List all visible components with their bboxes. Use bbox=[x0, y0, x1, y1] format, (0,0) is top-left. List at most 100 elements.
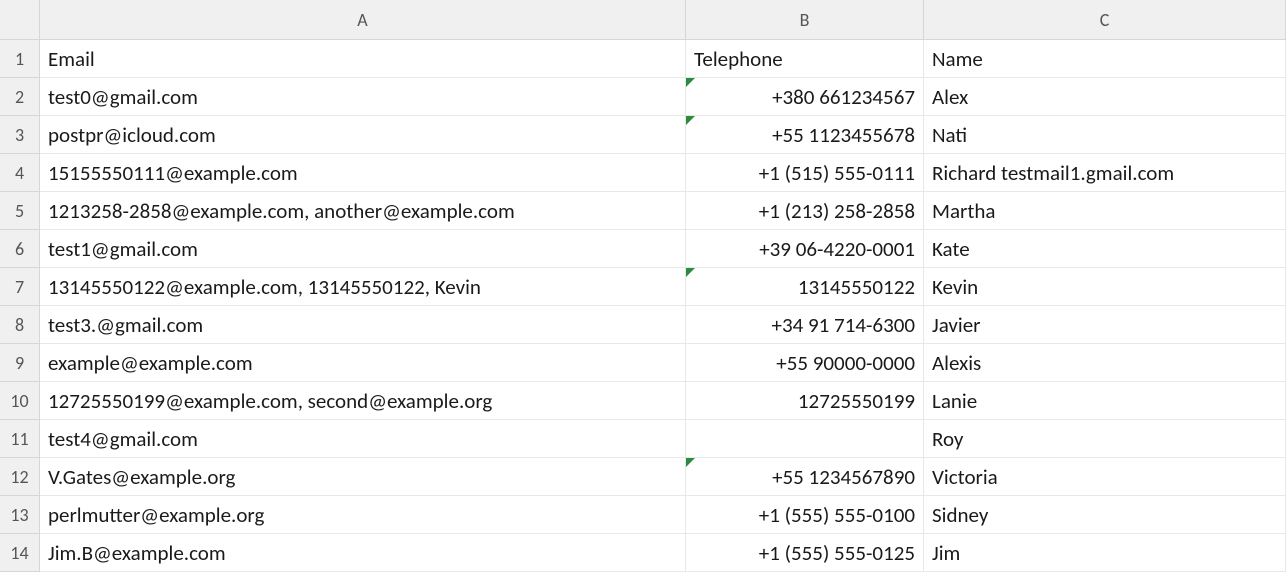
row-header[interactable]: 14 bbox=[0, 534, 40, 572]
spreadsheet-grid[interactable]: ABC 1 Email Telephone Name 2 test0@gmail.com +3… bbox=[0, 0, 1286, 572]
cell-text: 13145550122@example.com, 13145550122, Ke… bbox=[48, 274, 481, 300]
cell-text: Kate bbox=[932, 236, 970, 262]
cell-text: Martha bbox=[932, 198, 995, 224]
cell-text: +1 (555) 555-0125 bbox=[759, 540, 915, 566]
cell-a8[interactable]: test3.@gmail.com bbox=[40, 306, 686, 344]
cell-b1[interactable]: Telephone bbox=[686, 40, 924, 78]
cell-b7[interactable]: 13145550122 bbox=[686, 268, 924, 306]
cell-b8[interactable]: +34 91 714-6300 bbox=[686, 306, 924, 344]
cell-text: +1 (555) 555-0100 bbox=[759, 502, 915, 528]
cell-text: postpr@icloud.com bbox=[48, 122, 216, 148]
error-indicator-icon[interactable] bbox=[686, 458, 695, 467]
cell-text: test4@gmail.com bbox=[48, 426, 198, 452]
cell-b12[interactable]: +55 1234567890 bbox=[686, 458, 924, 496]
error-indicator-icon[interactable] bbox=[686, 268, 695, 277]
cell-a13[interactable]: perlmutter@example.org bbox=[40, 496, 686, 534]
row-header[interactable]: 12 bbox=[0, 458, 40, 496]
cell-text: 12725550199 bbox=[798, 388, 915, 414]
cell-a10[interactable]: 12725550199@example.com, second@example.… bbox=[40, 382, 686, 420]
cell-b4[interactable]: +1 (515) 555-0111 bbox=[686, 154, 924, 192]
cell-text: test1@gmail.com bbox=[48, 236, 198, 262]
cell-a11[interactable]: test4@gmail.com bbox=[40, 420, 686, 458]
row-header[interactable]: 6 bbox=[0, 230, 40, 268]
cell-b14[interactable]: +1 (555) 555-0125 bbox=[686, 534, 924, 572]
select-all-corner[interactable] bbox=[0, 0, 40, 40]
column-header-c[interactable]: C bbox=[924, 0, 1286, 40]
cell-a5[interactable]: 1213258-2858@example.com, another@exampl… bbox=[40, 192, 686, 230]
row-header[interactable]: 5 bbox=[0, 192, 40, 230]
cell-text: +55 90000-0000 bbox=[776, 350, 915, 376]
cell-c3[interactable]: Nati bbox=[924, 116, 1286, 154]
cell-text: Telephone bbox=[694, 46, 783, 72]
column-header-a[interactable]: A bbox=[40, 0, 686, 40]
error-indicator-icon[interactable] bbox=[686, 78, 695, 87]
cell-c6[interactable]: Kate bbox=[924, 230, 1286, 268]
cell-text: Alex bbox=[932, 84, 968, 110]
cell-a4[interactable]: 15155550111@example.com bbox=[40, 154, 686, 192]
cell-text: example@example.com bbox=[48, 350, 253, 376]
row-header[interactable]: 9 bbox=[0, 344, 40, 382]
cell-text: +39 06-4220-0001 bbox=[759, 236, 915, 262]
cell-a2[interactable]: test0@gmail.com bbox=[40, 78, 686, 116]
cell-b11[interactable] bbox=[686, 420, 924, 458]
cell-text: Jim bbox=[932, 540, 960, 566]
cell-text: 1213258-2858@example.com, another@exampl… bbox=[48, 198, 515, 224]
cell-text: V.Gates@example.org bbox=[48, 464, 235, 490]
cell-b13[interactable]: +1 (555) 555-0100 bbox=[686, 496, 924, 534]
cell-a9[interactable]: example@example.com bbox=[40, 344, 686, 382]
cell-text: Jim.B@example.com bbox=[48, 540, 226, 566]
cell-text: +1 (515) 555-0111 bbox=[759, 160, 915, 186]
column-header-b[interactable]: B bbox=[686, 0, 924, 40]
cell-b3[interactable]: +55 1123455678 bbox=[686, 116, 924, 154]
row-header[interactable]: 4 bbox=[0, 154, 40, 192]
cell-c1[interactable]: Name bbox=[924, 40, 1286, 78]
cell-c12[interactable]: Victoria bbox=[924, 458, 1286, 496]
cell-text: test3.@gmail.com bbox=[48, 312, 203, 338]
row-header[interactable]: 10 bbox=[0, 382, 40, 420]
row-header[interactable]: 11 bbox=[0, 420, 40, 458]
error-indicator-icon[interactable] bbox=[686, 116, 695, 125]
cell-b6[interactable]: +39 06-4220-0001 bbox=[686, 230, 924, 268]
cell-b10[interactable]: 12725550199 bbox=[686, 382, 924, 420]
cell-text: +55 1234567890 bbox=[772, 464, 915, 490]
cell-text: +55 1123455678 bbox=[772, 122, 915, 148]
cell-b5[interactable]: +1 (213) 258-2858 bbox=[686, 192, 924, 230]
cell-text: Roy bbox=[932, 426, 963, 452]
cell-text: Sidney bbox=[932, 502, 988, 528]
cell-c13[interactable]: Sidney bbox=[924, 496, 1286, 534]
cell-c5[interactable]: Martha bbox=[924, 192, 1286, 230]
cell-c7[interactable]: Kevin bbox=[924, 268, 1286, 306]
cell-c10[interactable]: Lanie bbox=[924, 382, 1286, 420]
row-header[interactable]: 8 bbox=[0, 306, 40, 344]
row-header[interactable]: 1 bbox=[0, 40, 40, 78]
cell-text: Victoria bbox=[932, 464, 998, 490]
row-header[interactable]: 2 bbox=[0, 78, 40, 116]
cell-text: 12725550199@example.com, second@example.… bbox=[48, 388, 492, 414]
cell-text: Email bbox=[48, 46, 95, 72]
cell-text: Richard testmail1.gmail.com bbox=[932, 160, 1174, 186]
cell-text: Nati bbox=[932, 122, 967, 148]
cell-c2[interactable]: Alex bbox=[924, 78, 1286, 116]
cell-text: Kevin bbox=[932, 274, 978, 300]
cell-a14[interactable]: Jim.B@example.com bbox=[40, 534, 686, 572]
cell-c4[interactable]: Richard testmail1.gmail.com bbox=[924, 154, 1286, 192]
cell-c11[interactable]: Roy bbox=[924, 420, 1286, 458]
row-header[interactable]: 3 bbox=[0, 116, 40, 154]
cell-a6[interactable]: test1@gmail.com bbox=[40, 230, 686, 268]
cell-a1[interactable]: Email bbox=[40, 40, 686, 78]
cell-b2[interactable]: +380 661234567 bbox=[686, 78, 924, 116]
cell-a12[interactable]: V.Gates@example.org bbox=[40, 458, 686, 496]
cell-a3[interactable]: postpr@icloud.com bbox=[40, 116, 686, 154]
cell-text: +380 661234567 bbox=[772, 84, 915, 110]
cell-b9[interactable]: +55 90000-0000 bbox=[686, 344, 924, 382]
cell-a7[interactable]: 13145550122@example.com, 13145550122, Ke… bbox=[40, 268, 686, 306]
cell-text: test0@gmail.com bbox=[48, 84, 198, 110]
cell-c9[interactable]: Alexis bbox=[924, 344, 1286, 382]
cell-text: 13145550122 bbox=[798, 274, 915, 300]
cell-text: Name bbox=[932, 46, 983, 72]
row-header[interactable]: 13 bbox=[0, 496, 40, 534]
cell-text: +1 (213) 258-2858 bbox=[759, 198, 915, 224]
row-header[interactable]: 7 bbox=[0, 268, 40, 306]
cell-c8[interactable]: Javier bbox=[924, 306, 1286, 344]
cell-c14[interactable]: Jim bbox=[924, 534, 1286, 572]
